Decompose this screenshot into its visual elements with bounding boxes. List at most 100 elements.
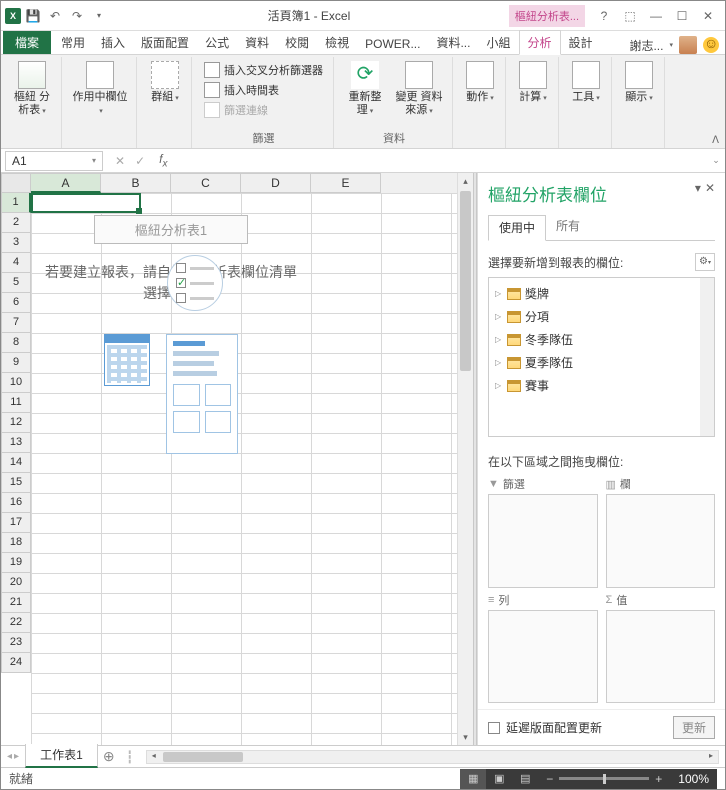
page-break-view-icon[interactable]: ▤	[512, 769, 538, 789]
close-icon[interactable]: ✕	[695, 5, 721, 27]
row-header[interactable]: 16	[1, 493, 31, 513]
row-header[interactable]: 14	[1, 453, 31, 473]
formula-input[interactable]	[173, 151, 707, 170]
tools-button[interactable]: 工具▾	[567, 59, 605, 106]
zoom-in-icon[interactable]: +	[655, 772, 662, 786]
tab-formulas[interactable]: 公式	[197, 31, 237, 54]
row-header[interactable]: 24	[1, 653, 31, 673]
name-box[interactable]: A1▾	[5, 151, 103, 171]
row-header[interactable]: 19	[1, 553, 31, 573]
field-list-scrollbar[interactable]	[700, 278, 714, 436]
file-tab[interactable]: 檔案	[3, 31, 51, 54]
horizontal-scrollbar[interactable]: ◂ ▸	[146, 750, 719, 764]
insert-timeline-button[interactable]: 插入時間表	[202, 81, 325, 99]
zoom-slider[interactable]: − +	[538, 769, 670, 789]
col-header[interactable]: C	[171, 173, 241, 193]
sheet-nav-next-icon[interactable]: ▸	[14, 751, 19, 762]
pane-tab-active[interactable]: 使用中	[488, 215, 546, 241]
field-list[interactable]: ▷獎牌 ▷分項 ▷冬季隊伍 ▷夏季隊伍 ▷賽事	[488, 277, 715, 437]
pane-close-icon[interactable]: ✕	[705, 181, 715, 195]
row-header[interactable]: 21	[1, 593, 31, 613]
actions-button[interactable]: 動作▾	[461, 59, 499, 106]
row-header[interactable]: 23	[1, 633, 31, 653]
expand-formula-bar-icon[interactable]: ⌄	[707, 155, 725, 166]
zoom-percent[interactable]: 100%	[670, 769, 717, 789]
scroll-right-icon[interactable]: ▸	[704, 751, 718, 763]
field-item[interactable]: ▷賽事	[491, 374, 712, 397]
row-header[interactable]: 12	[1, 413, 31, 433]
row-header[interactable]: 8	[1, 333, 31, 353]
ribbon-options-icon[interactable]: ⬚	[617, 5, 643, 27]
pivottable-button[interactable]: 樞紐 分析表▾	[9, 59, 55, 118]
tab-analyze[interactable]: 分析	[519, 30, 561, 55]
active-field-button[interactable]: 作用中欄位▾	[70, 59, 130, 118]
refresh-button[interactable]: ⟳ 重新整理▾	[342, 59, 388, 118]
col-header[interactable]: D	[241, 173, 311, 193]
field-item[interactable]: ▷夏季隊伍	[491, 351, 712, 374]
chevron-down-icon[interactable]: ▾	[669, 41, 673, 49]
calculations-button[interactable]: 計算▾	[514, 59, 552, 106]
rows-drop-area[interactable]: ≡列	[488, 592, 598, 704]
change-source-button[interactable]: 變更 資料來源▾	[392, 59, 446, 118]
row-header[interactable]: 20	[1, 573, 31, 593]
row-header[interactable]: 9	[1, 353, 31, 373]
sheet-tab[interactable]: 工作表1	[25, 744, 98, 768]
maximize-icon[interactable]: ☐	[669, 5, 695, 27]
tab-home[interactable]: 常用	[53, 31, 93, 54]
scroll-thumb[interactable]	[460, 191, 471, 371]
row-header[interactable]: 4	[1, 253, 31, 273]
worksheet-grid[interactable]: A B C D E 123456789101112131415161718192…	[1, 173, 457, 745]
row-header[interactable]: 7	[1, 313, 31, 333]
page-layout-view-icon[interactable]: ▣	[486, 769, 512, 789]
tab-view[interactable]: 檢視	[317, 31, 357, 54]
row-header[interactable]: 13	[1, 433, 31, 453]
zoom-out-icon[interactable]: −	[546, 772, 553, 786]
row-header[interactable]: 18	[1, 533, 31, 553]
pane-tab-all[interactable]: 所有	[546, 214, 590, 240]
undo-icon[interactable]: ↶	[45, 6, 65, 26]
col-header[interactable]: A	[31, 173, 101, 193]
active-cell[interactable]	[31, 193, 141, 213]
sheet-nav-prev-icon[interactable]: ◂	[7, 751, 12, 762]
help-icon[interactable]: ?	[591, 5, 617, 27]
field-item[interactable]: ▷獎牌	[491, 282, 712, 305]
row-header[interactable]: 17	[1, 513, 31, 533]
pane-options-icon[interactable]: ▾	[695, 181, 701, 195]
tab-data2[interactable]: 資料...	[428, 31, 478, 54]
feedback-icon[interactable]	[703, 37, 719, 53]
row-header[interactable]: 11	[1, 393, 31, 413]
filter-drop-area[interactable]: ▼篩選	[488, 476, 598, 588]
collapse-ribbon-icon[interactable]: ᐱ	[712, 135, 719, 146]
update-button[interactable]: 更新	[673, 716, 715, 739]
tab-review[interactable]: 校閱	[277, 31, 317, 54]
qat-more-icon[interactable]: ▾	[89, 6, 109, 26]
tab-design[interactable]: 設計	[561, 31, 601, 54]
field-item[interactable]: ▷冬季隊伍	[491, 328, 712, 351]
field-item[interactable]: ▷分項	[491, 305, 712, 328]
defer-checkbox[interactable]	[488, 722, 500, 734]
minimize-icon[interactable]: —	[643, 5, 669, 27]
tab-layout[interactable]: 版面配置	[133, 31, 197, 54]
row-header[interactable]: 15	[1, 473, 31, 493]
tab-power[interactable]: POWER...	[357, 34, 428, 54]
tab-split-icon[interactable]: ┇	[120, 750, 140, 764]
save-icon[interactable]: 💾	[23, 6, 43, 26]
show-button[interactable]: 顯示▾	[620, 59, 658, 106]
tab-data[interactable]: 資料	[237, 31, 277, 54]
col-header[interactable]: B	[101, 173, 171, 193]
fx-icon[interactable]: fx	[153, 152, 173, 169]
scroll-down-icon[interactable]: ▾	[458, 729, 473, 745]
group-button[interactable]: 群組▾	[145, 59, 185, 106]
user-name[interactable]: 謝志...	[629, 37, 663, 54]
columns-drop-area[interactable]: ▥欄	[606, 476, 716, 588]
redo-icon[interactable]: ↷	[67, 6, 87, 26]
add-sheet-button[interactable]: ⊕	[98, 748, 120, 765]
row-header[interactable]: 22	[1, 613, 31, 633]
row-header[interactable]: 1	[1, 193, 31, 213]
row-header[interactable]: 10	[1, 373, 31, 393]
col-header[interactable]: E	[311, 173, 381, 193]
scroll-up-icon[interactable]: ▴	[458, 173, 473, 189]
row-header[interactable]: 3	[1, 233, 31, 253]
avatar[interactable]	[679, 36, 697, 54]
tab-team[interactable]: 小組	[478, 31, 518, 54]
